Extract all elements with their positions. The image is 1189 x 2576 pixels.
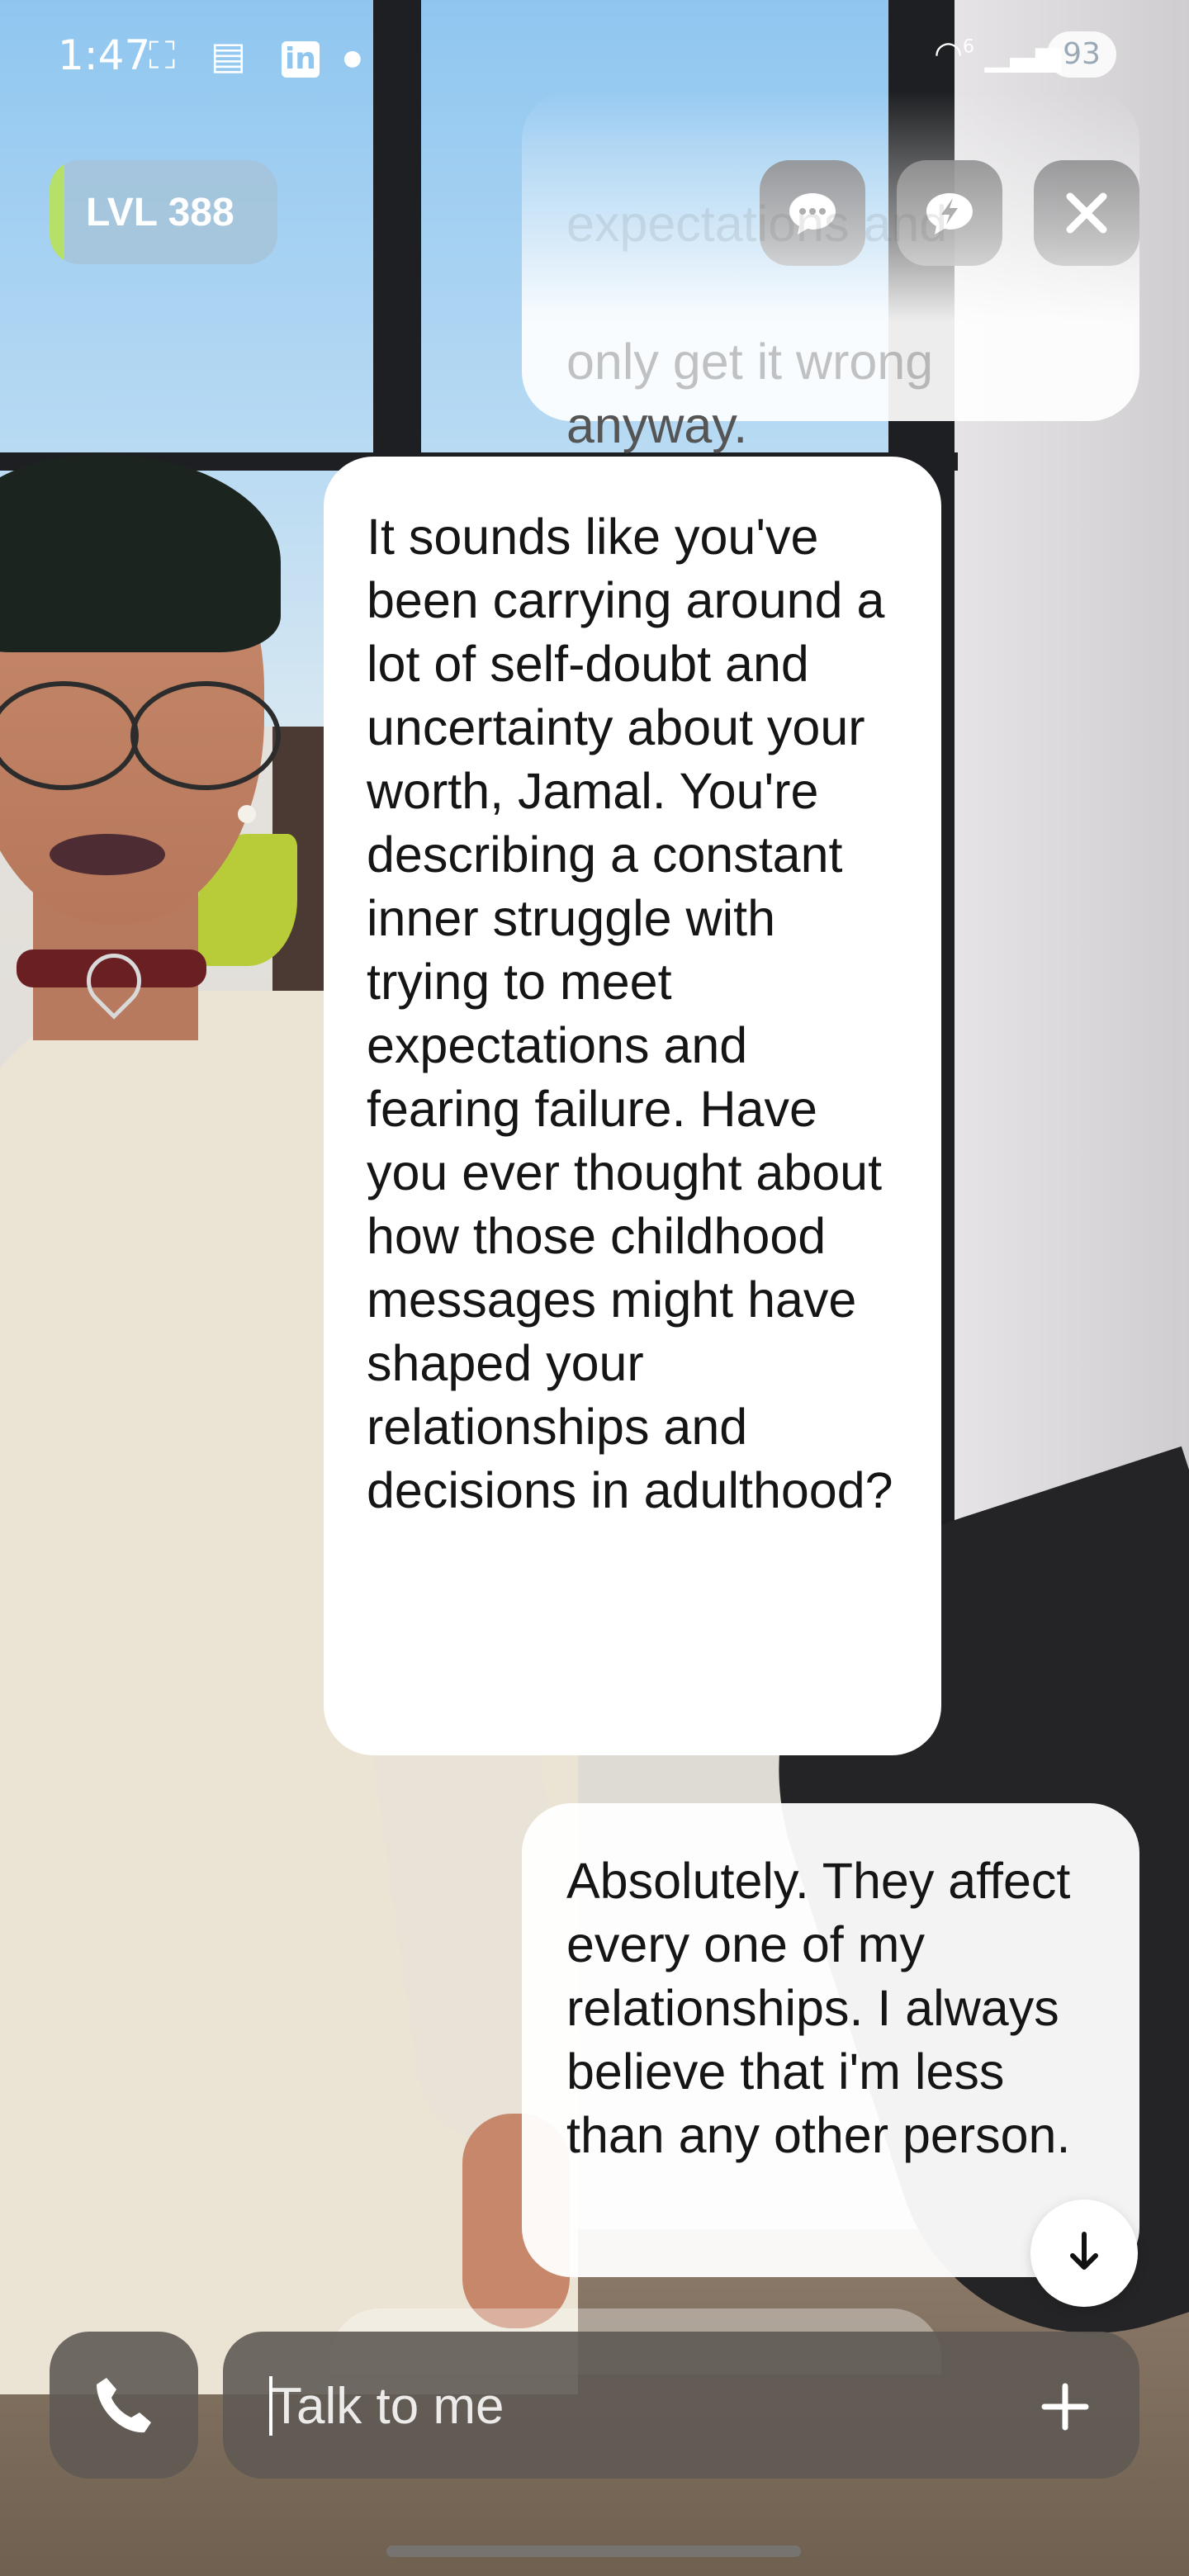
status-time: 1:47 [58, 31, 151, 79]
arrow-down-icon [1070, 2232, 1098, 2270]
wifi-icon: ◠ [934, 35, 963, 73]
avatar-lips [50, 834, 165, 875]
text-caret [269, 2376, 272, 2436]
dot-icon: ● [343, 45, 374, 71]
message-composer [223, 2332, 1139, 2479]
level-progress-accent [50, 160, 64, 264]
assistant-message: It sounds like you've been carrying arou… [324, 457, 941, 1755]
message-text: It sounds like you've been carrying arou… [367, 509, 893, 1518]
level-badge[interactable]: LVL 388 [50, 160, 277, 264]
glasses-lens [130, 681, 281, 790]
user-message: Absolutely. They affect every one of my … [522, 1803, 1139, 2277]
call-button[interactable] [50, 2332, 198, 2479]
message-input[interactable] [269, 2368, 1016, 2444]
message-line: anyway. [566, 397, 748, 453]
linkedin-icon: in [281, 41, 320, 78]
phone-icon [97, 2378, 151, 2433]
add-attachment-button[interactable] [1016, 2356, 1115, 2455]
message-text: Absolutely. They affect every one of my … [566, 1853, 1071, 2163]
avatar-earring [238, 805, 256, 823]
message-line: only get it wrong [566, 334, 934, 390]
status-left-icons: ⛶ ▤ in ● [149, 33, 373, 79]
level-label: LVL 388 [86, 191, 234, 234]
plus-icon [1041, 2383, 1089, 2431]
home-indicator[interactable] [386, 2545, 801, 2557]
status-right-icons: ◠6 ▁▃▅ [934, 35, 1061, 73]
scroll-to-bottom-button[interactable] [1030, 2200, 1138, 2307]
hidden-partial-line: expectations and [566, 196, 948, 252]
wifi-badge: 6 [962, 36, 974, 58]
user-message-partial: only get it wrong anyway. [522, 91, 1139, 453]
bookmark-icon: ▤ [210, 33, 258, 78]
screenshot-icon: ⛶ [149, 33, 187, 78]
battery-indicator: 93 [1047, 31, 1116, 78]
